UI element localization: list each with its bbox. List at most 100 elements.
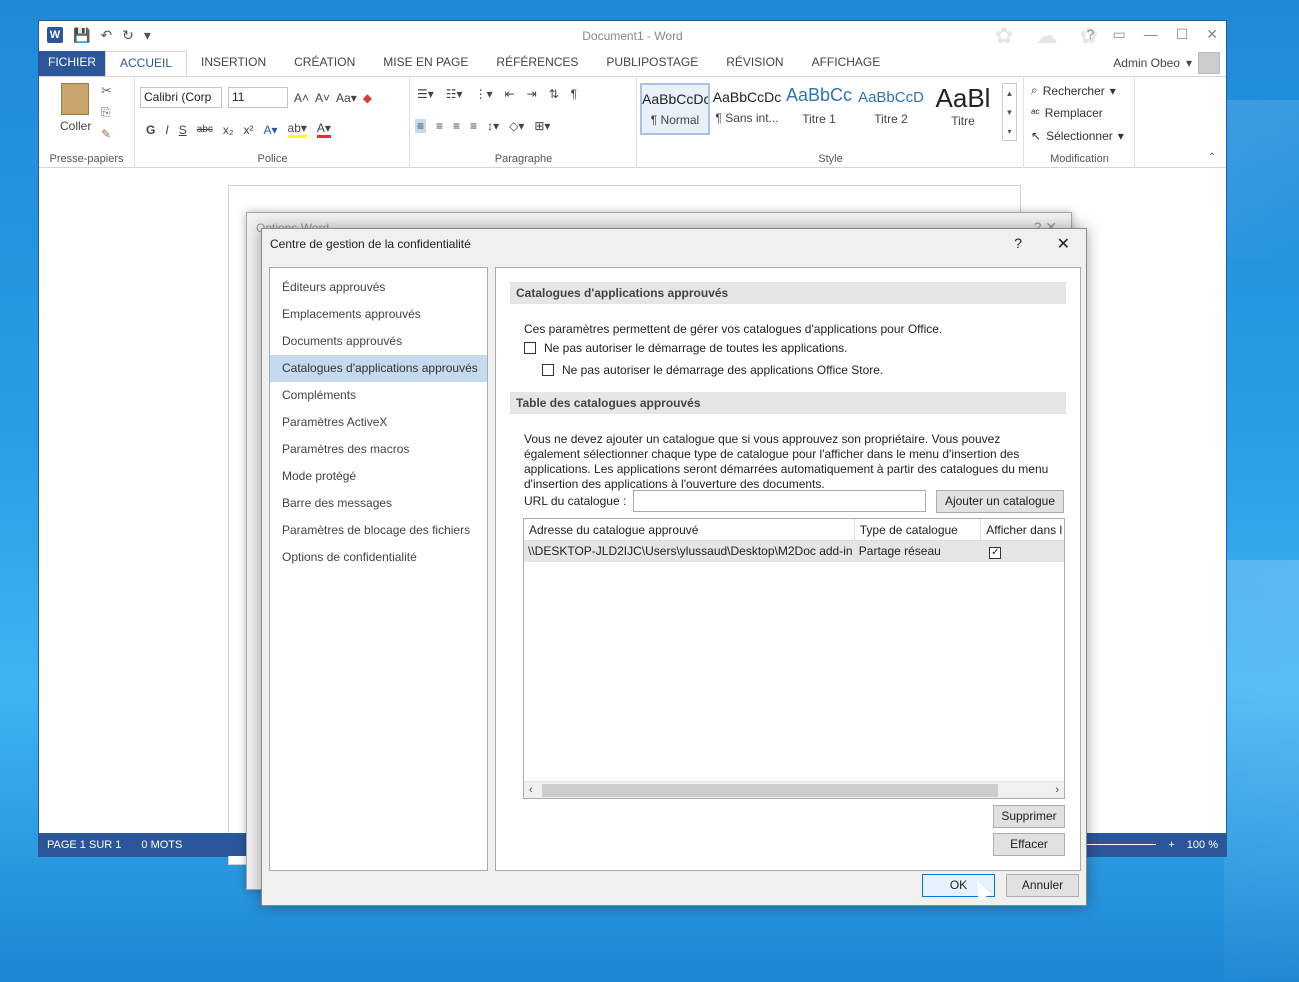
remove-button[interactable]: Supprimer xyxy=(993,805,1065,828)
style-no-spacing[interactable]: AaBbCcDc ¶ Sans int... xyxy=(712,83,782,135)
change-case-icon[interactable]: Aa▾ xyxy=(336,91,357,105)
tab-fichier[interactable]: FICHIER xyxy=(39,51,105,76)
close-icon[interactable]: ✕ xyxy=(1057,234,1070,254)
tab-affichage[interactable]: AFFICHAGE xyxy=(798,51,895,76)
cancel-button[interactable]: Annuler xyxy=(1006,874,1079,897)
add-catalog-button[interactable]: Ajouter un catalogue xyxy=(936,490,1064,513)
decrease-indent-icon[interactable]: ⇤ xyxy=(505,87,515,101)
select-button[interactable]: ↖ Sélectionner ▾ xyxy=(1031,129,1124,143)
collapse-ribbon-icon[interactable]: ⌃ xyxy=(1208,152,1216,163)
nav-item-message-bar[interactable]: Barre des messages xyxy=(270,490,487,517)
tab-revision[interactable]: RÉVISION xyxy=(712,51,797,76)
show-marks-icon[interactable]: ¶ xyxy=(571,87,577,101)
superscript-button[interactable]: x² xyxy=(244,123,254,137)
replace-button[interactable]: ᵃᶜ Remplacer xyxy=(1031,106,1103,120)
font-color-icon[interactable]: A▾ xyxy=(316,121,331,138)
multilevel-list-icon[interactable]: ⋮▾ xyxy=(475,87,493,101)
tab-accueil[interactable]: ACCUEIL xyxy=(105,51,188,76)
align-left-icon[interactable]: ≡ xyxy=(415,119,427,133)
checkbox-block-all-apps[interactable]: Ne pas autoriser le démarrage de toutes … xyxy=(524,341,848,355)
subscript-button[interactable]: x₂ xyxy=(223,123,234,137)
maximize-icon[interactable]: ☐ xyxy=(1176,26,1189,43)
format-painter-icon[interactable]: ✎ xyxy=(101,127,111,141)
title-bar: W 💾 ↶ ↻ ▾ ✿ ☁ ✿ Document1 - Word ? ▭ — ☐… xyxy=(39,21,1226,51)
nav-item-file-block[interactable]: Paramètres de blocage des fichiers xyxy=(270,517,487,544)
word-count[interactable]: 0 MOTS xyxy=(141,839,182,851)
scroll-left-icon[interactable]: ‹ xyxy=(529,782,533,798)
nav-item-macros[interactable]: Paramètres des macros xyxy=(270,436,487,463)
clear-button[interactable]: Effacer xyxy=(993,833,1065,856)
shading-icon[interactable]: ◇▾ xyxy=(509,119,524,133)
increase-indent-icon[interactable]: ⇥ xyxy=(527,87,537,101)
numbering-icon[interactable]: ☷▾ xyxy=(446,87,463,101)
show-in-menu-checkbox[interactable]: ✓ xyxy=(989,547,1002,559)
nav-item-add-ins[interactable]: Compléments xyxy=(270,382,487,409)
tab-references[interactable]: RÉFÉRENCES xyxy=(482,51,592,76)
table-row[interactable]: \\DESKTOP-JLD2IJC\Users\ylussaud\Desktop… xyxy=(524,541,1064,562)
font-size-combo[interactable]: 11 xyxy=(228,87,288,108)
minimize-icon[interactable]: — xyxy=(1144,26,1158,43)
checkbox-block-store-apps[interactable]: Ne pas autoriser le démarrage des applic… xyxy=(542,363,883,377)
checkbox[interactable] xyxy=(542,364,554,376)
style-title[interactable]: AaBl Titre xyxy=(928,83,998,135)
style-heading-2[interactable]: AaBbCcD Titre 2 xyxy=(856,83,926,135)
strikethrough-button[interactable]: abc xyxy=(197,124,213,135)
column-header-address[interactable]: Adresse du catalogue approuvé xyxy=(524,519,855,540)
column-header-show[interactable]: Afficher dans l xyxy=(981,519,1064,540)
section2-description: Vous ne devez ajouter un catalogue que s… xyxy=(524,432,1049,491)
nav-item-activex[interactable]: Paramètres ActiveX xyxy=(270,409,487,436)
zoom-level[interactable]: 100 % xyxy=(1187,839,1218,851)
tab-insertion[interactable]: INSERTION xyxy=(187,51,280,76)
bold-button[interactable]: G xyxy=(146,123,155,137)
user-account[interactable]: Admin Obeo ▾ xyxy=(1113,52,1220,74)
zoom-in-icon[interactable]: + xyxy=(1168,839,1174,851)
styles-scroll[interactable]: ▲ ▼ ▾ xyxy=(1002,83,1017,141)
borders-icon[interactable]: ⊞▾ xyxy=(534,119,550,133)
cut-icon[interactable]: ✂ xyxy=(101,83,112,99)
style-heading-1[interactable]: AaBbCc Titre 1 xyxy=(784,83,854,135)
highlight-icon[interactable]: ab▾ xyxy=(287,121,307,138)
help-icon[interactable]: ? xyxy=(1087,26,1095,43)
horizontal-scrollbar[interactable]: ‹ › xyxy=(524,781,1064,798)
align-right-icon[interactable]: ≡ xyxy=(453,119,460,133)
line-spacing-icon[interactable]: ↕▾ xyxy=(487,119,499,133)
find-button[interactable]: ⌕ Rechercher ▾ xyxy=(1031,83,1116,98)
nav-item-trusted-app-catalogs[interactable]: Catalogues d'applications approuvés xyxy=(270,355,487,382)
catalog-url-input[interactable] xyxy=(633,490,926,512)
help-icon[interactable]: ? xyxy=(1014,235,1022,251)
italic-button[interactable]: I xyxy=(165,123,168,137)
font-group: Calibri (Corp 11 A˄ A˅ Aa▾ ◆ G I S abc x… xyxy=(136,77,410,168)
nav-item-trusted-publishers[interactable]: Éditeurs approuvés xyxy=(270,274,487,301)
scroll-right-icon[interactable]: › xyxy=(1055,782,1059,798)
justify-icon[interactable]: ≡ xyxy=(470,119,477,133)
align-center-icon[interactable]: ≡ xyxy=(436,119,443,133)
scrollbar-thumb[interactable] xyxy=(542,784,998,797)
font-name-combo[interactable]: Calibri (Corp xyxy=(140,87,222,108)
paste-icon[interactable] xyxy=(61,83,89,115)
close-icon[interactable]: ✕ xyxy=(1206,26,1218,43)
copy-icon[interactable]: ⎘ xyxy=(101,105,111,120)
underline-button[interactable]: S xyxy=(179,123,187,137)
nav-item-trusted-locations[interactable]: Emplacements approuvés xyxy=(270,301,487,328)
text-effects-icon[interactable]: A▾ xyxy=(264,123,278,137)
tab-creation[interactable]: CRÉATION xyxy=(280,51,369,76)
nav-item-trusted-documents[interactable]: Documents approuvés xyxy=(270,328,487,355)
checkbox[interactable] xyxy=(524,342,536,354)
sort-icon[interactable]: ⇅ xyxy=(549,87,559,101)
paste-button[interactable]: Coller xyxy=(60,119,91,133)
grow-font-icon[interactable]: A˄ xyxy=(294,91,309,105)
ribbon-display-icon[interactable]: ▭ xyxy=(1112,26,1125,43)
nav-item-privacy-options[interactable]: Options de confidentialité xyxy=(270,544,487,571)
page-count[interactable]: PAGE 1 SUR 1 xyxy=(47,839,121,851)
clear-formatting-icon[interactable]: ◆ xyxy=(363,91,372,105)
bullets-icon[interactable]: ☰▾ xyxy=(417,87,434,101)
column-header-type[interactable]: Type de catalogue xyxy=(855,519,982,540)
style-normal[interactable]: AaBbCcDc ¶ Normal xyxy=(640,83,710,135)
zoom-slider[interactable] xyxy=(1076,844,1157,845)
nav-item-protected-view[interactable]: Mode protégé xyxy=(270,463,487,490)
style-name: ¶ Normal xyxy=(650,113,700,127)
tab-mise-en-page[interactable]: MISE EN PAGE xyxy=(369,51,482,76)
tab-publipostage[interactable]: PUBLIPOSTAGE xyxy=(592,51,712,76)
shrink-font-icon[interactable]: A˅ xyxy=(315,91,330,105)
style-name: Titre 2 xyxy=(874,112,908,126)
